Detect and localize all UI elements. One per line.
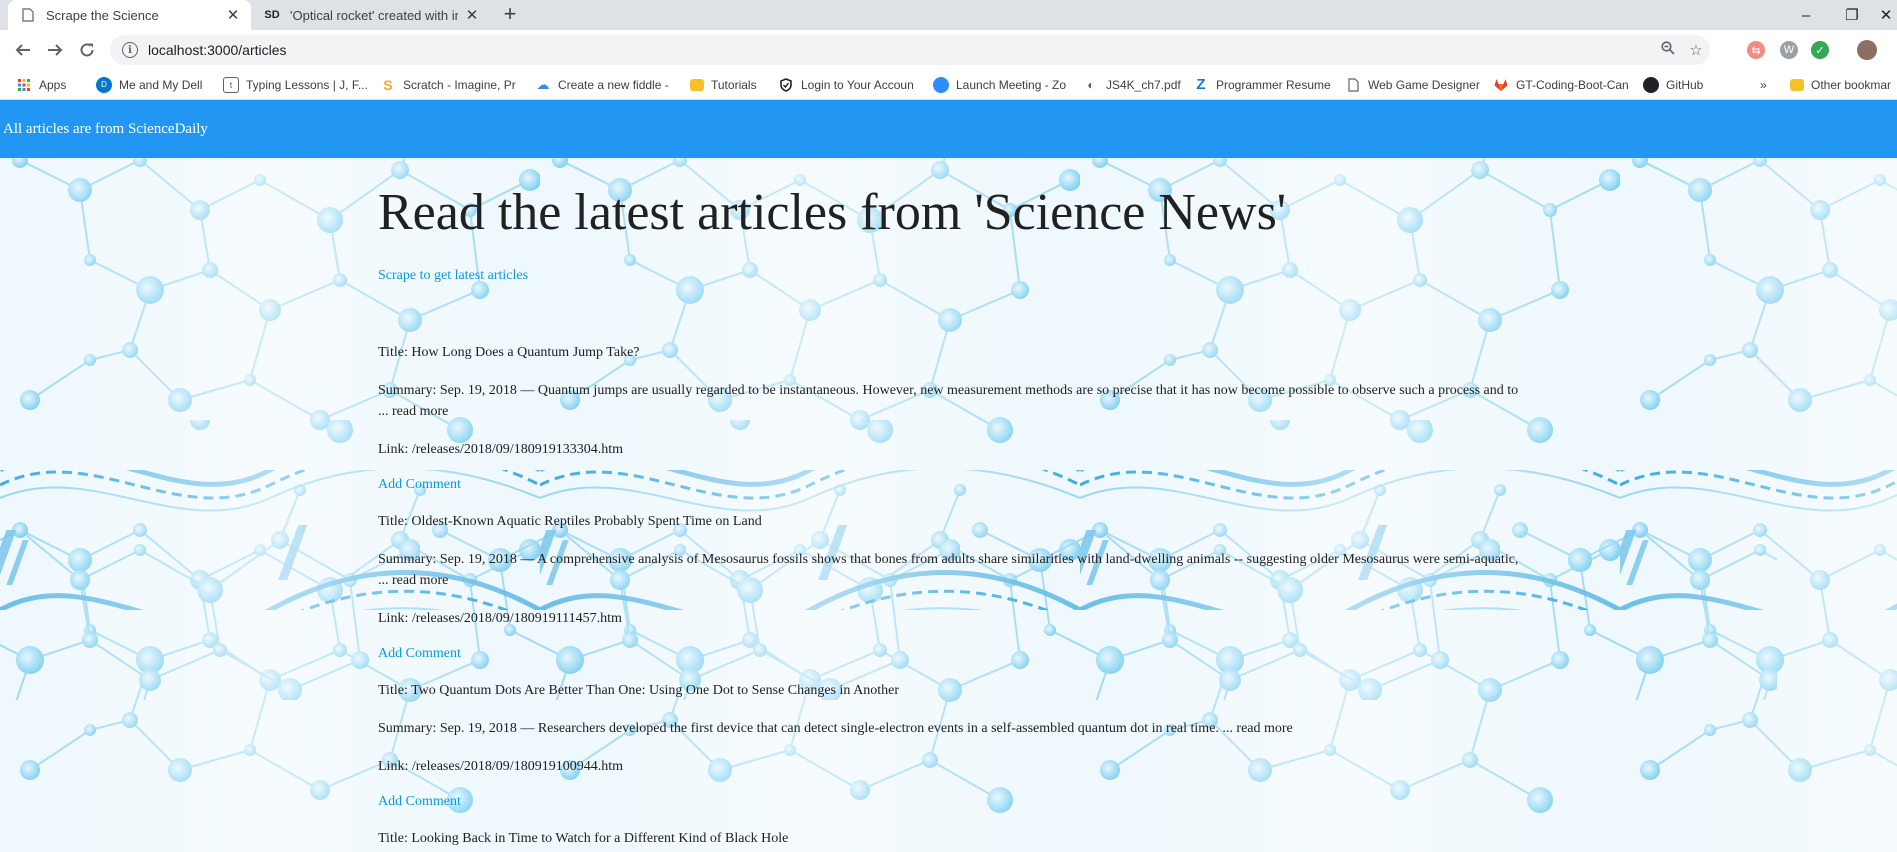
sd-icon: SD <box>264 9 280 21</box>
close-tab-icon[interactable]: ✕ <box>225 6 241 24</box>
tab-scrape-the-science[interactable]: Scrape the Science ✕ <box>8 0 251 30</box>
article-item: Title: Looking Back in Time to Watch for… <box>378 828 1528 849</box>
article-item: Title: Oldest-Known Aquatic Reptiles Pro… <box>378 511 1528 662</box>
article-title: Title: Oldest-Known Aquatic Reptiles Pro… <box>378 514 762 529</box>
article-item: Title: How Long Does a Quantum Jump Take… <box>378 342 1528 493</box>
info-icon[interactable]: i <box>122 42 138 58</box>
page-title: Read the latest articles from 'Science N… <box>378 184 1287 241</box>
tab-strip: Scrape the Science ✕ SD 'Optical rocket'… <box>0 0 1897 30</box>
top-navbar: All articles are from ScienceDaily <box>0 100 1897 158</box>
reload-icon[interactable] <box>73 36 101 64</box>
page-icon <box>20 7 36 23</box>
bookmarks-bar: Apps D Me and My Dell t Typing Lessons |… <box>0 70 1897 100</box>
bookmark-login[interactable]: Login to Your Accoun <box>772 77 927 93</box>
bookmark-web-game-designer[interactable]: Web Game Designer <box>1339 77 1487 93</box>
cloud-icon: ☁ <box>536 76 550 92</box>
bookmark-github[interactable]: GitHub <box>1637 76 1717 93</box>
dell-icon: D <box>96 76 112 93</box>
other-bookmarks[interactable]: Other bookmar <box>1784 78 1897 92</box>
zoom-icon[interactable] <box>1654 41 1682 59</box>
add-comment-link[interactable]: Add Comment <box>378 646 1528 662</box>
bookmark-star-icon[interactable]: ☆ <box>1682 41 1710 59</box>
bookmark-programmer-resume[interactable]: Z Programmer Resume <box>1187 77 1339 93</box>
article-title: Title: Looking Back in Time to Watch for… <box>378 831 789 846</box>
close-tab-icon[interactable]: ✕ <box>464 6 480 24</box>
more-bookmarks-button[interactable]: » <box>1754 78 1776 92</box>
tab-optical-rocket[interactable]: SD 'Optical rocket' created with inte ✕ <box>252 0 490 30</box>
avatar[interactable] <box>1857 40 1877 60</box>
article-link: Link: /releases/2018/09/180919111457.htm <box>378 611 622 626</box>
close-window-button[interactable]: ✕ <box>1875 0 1897 30</box>
forward-arrow-icon[interactable] <box>41 36 69 64</box>
bookmark-scratch[interactable]: S Scratch - Imagine, Pr <box>374 77 529 93</box>
tab-title: 'Optical rocket' created with inte <box>290 7 458 23</box>
bookmark-me-and-my-dell[interactable]: D Me and My Dell <box>90 76 217 93</box>
article-link: Link: /releases/2018/09/180919100944.htm <box>378 759 623 774</box>
bookmark-apps[interactable]: Apps <box>10 77 90 93</box>
bookmark-launch-meeting[interactable]: Launch Meeting - Zo <box>927 76 1077 93</box>
scratch-icon: S <box>383 76 393 93</box>
article-summary: Summary: Sep. 19, 2018 — Quantum jumps a… <box>378 383 1519 419</box>
article-link: Link: /releases/2018/09/180919133304.htm <box>378 442 623 457</box>
gitlab-icon <box>1493 77 1509 93</box>
z-icon: Z <box>1196 76 1206 93</box>
tab-title: Scrape the Science <box>46 7 159 23</box>
scrape-link[interactable]: Scrape to get latest articles <box>378 268 528 284</box>
back-arrow-icon[interactable] <box>9 36 37 64</box>
folder-icon <box>690 78 704 91</box>
browser-toolbar: i localhost:3000/articles ☆ ⇆ W ✓ <box>0 30 1897 70</box>
extension-w-icon[interactable]: W <box>1780 41 1798 59</box>
main-content: Read the latest articles from 'Science N… <box>378 158 1528 852</box>
address-bar[interactable]: i localhost:3000/articles ☆ <box>110 35 1710 65</box>
url-text[interactable]: localhost:3000/articles <box>148 42 1654 58</box>
maximize-button[interactable]: ❐ <box>1829 0 1875 30</box>
bookmark-create-fiddle[interactable]: ☁ Create a new fiddle - <box>529 77 684 93</box>
article-title: Title: Two Quantum Dots Are Better Than … <box>378 683 899 698</box>
new-tab-button[interactable]: + <box>499 3 521 26</box>
folder-icon <box>1790 78 1804 91</box>
page-viewport: All articles are from ScienceDaily Read … <box>0 100 1897 852</box>
article-summary: Summary: Sep. 19, 2018 — Researchers dev… <box>378 721 1293 736</box>
article-summary: Summary: Sep. 19, 2018 — A comprehensive… <box>378 552 1519 588</box>
bookmark-typing-lessons[interactable]: t Typing Lessons | J, F... <box>217 76 374 93</box>
extension-red-icon[interactable]: ⇆ <box>1747 41 1765 59</box>
shield-icon <box>778 77 794 93</box>
navbar-brand[interactable]: All articles are from ScienceDaily <box>3 121 208 138</box>
article-item: Title: Two Quantum Dots Are Better Than … <box>378 680 1528 810</box>
doc-icon <box>1345 77 1361 93</box>
zoom-icon <box>933 76 949 93</box>
article-list: Title: How Long Does a Quantum Jump Take… <box>378 342 1528 849</box>
typing-icon: t <box>223 76 239 93</box>
bookmark-gt-coding-boot-camp[interactable]: GT-Coding-Boot-Can <box>1487 77 1637 93</box>
pdf-icon: ◐ <box>1087 77 1095 92</box>
bookmark-tutorials[interactable]: Tutorials <box>684 78 772 92</box>
apps-grid-icon <box>16 77 32 93</box>
add-comment-link[interactable]: Add Comment <box>378 794 1528 810</box>
minimize-button[interactable]: – <box>1783 0 1829 30</box>
github-icon <box>1643 76 1659 93</box>
add-comment-link[interactable]: Add Comment <box>378 477 1528 493</box>
article-title: Title: How Long Does a Quantum Jump Take… <box>378 345 640 360</box>
extension-check-icon[interactable]: ✓ <box>1811 41 1829 59</box>
bookmark-js4k-pdf[interactable]: ◐ JS4K_ch7.pdf <box>1077 77 1187 93</box>
